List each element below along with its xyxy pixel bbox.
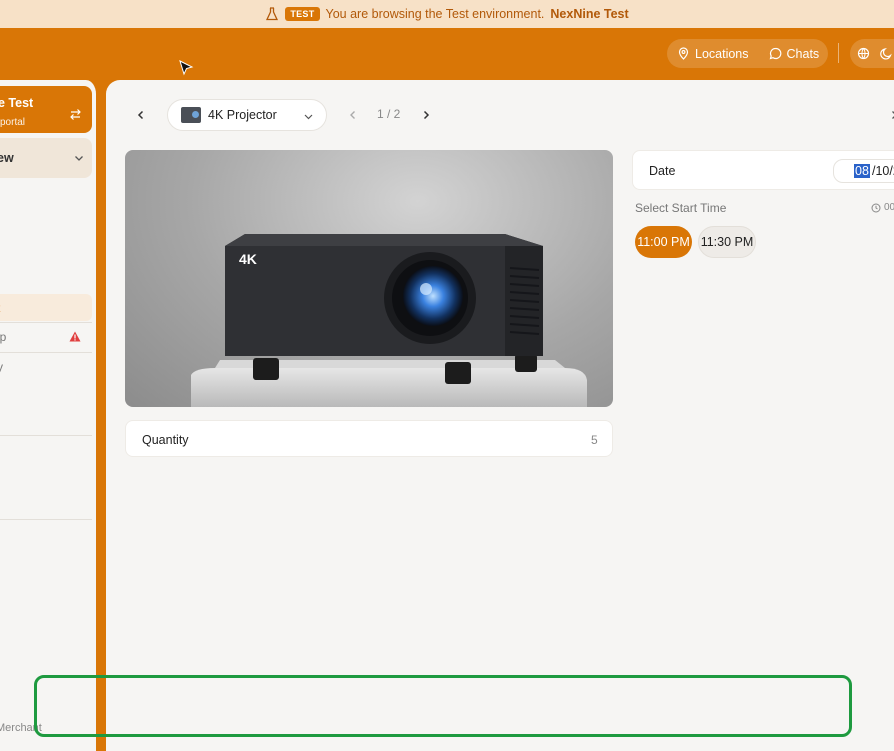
locations-label: Locations — [695, 46, 749, 61]
back-button[interactable] — [133, 107, 149, 123]
org-switcher[interactable]: e Test portal — [0, 86, 92, 133]
panel-next-button[interactable] — [886, 107, 894, 123]
chevron-left-icon — [137, 110, 144, 120]
date-label: Date — [649, 164, 676, 178]
main-content: 4K Projector 1 / 2 4K Quantity 5 Date 08… — [106, 80, 894, 751]
test-badge: TEST — [285, 7, 320, 21]
switch-arrows-icon — [70, 109, 81, 120]
chats-button[interactable]: Chats — [759, 47, 830, 61]
sidebar-item-label: ip — [0, 330, 7, 344]
sidebar-divider — [0, 435, 92, 436]
sidebar-item[interactable]: y — [0, 353, 92, 380]
sidebar: e Test portal ew t ip y Merchant — [0, 80, 100, 751]
chevron-down-icon — [304, 114, 313, 120]
language-button[interactable] — [850, 47, 876, 60]
date-month-segment[interactable]: 08 — [854, 164, 870, 178]
prev-page-button[interactable] — [345, 107, 361, 123]
locations-button[interactable]: Locations — [667, 47, 759, 61]
view-selector[interactable]: ew — [0, 138, 92, 178]
environment-banner: TEST You are browsing the Test environme… — [0, 0, 894, 28]
header-settings-pill — [850, 39, 894, 68]
top-header: Locations Chats — [0, 28, 894, 80]
time-slot[interactable]: 11:30 PM — [698, 226, 756, 258]
banner-message: You are browsing the Test environment. — [325, 7, 545, 21]
chevron-right-icon — [423, 110, 430, 120]
select-start-time-label: Select Start Time — [635, 201, 727, 215]
flask-icon — [266, 7, 279, 21]
chevron-right-icon — [892, 111, 894, 119]
view-label: ew — [0, 151, 14, 165]
next-page-button[interactable] — [418, 107, 434, 123]
date-row: Date 08 /10/2 — [632, 150, 894, 190]
org-subtitle: portal — [0, 117, 26, 128]
banner-env-name: NexNine Test — [550, 7, 629, 21]
header-divider — [838, 43, 839, 63]
quantity-label: Quantity — [142, 433, 189, 447]
product-thumbnail — [181, 107, 201, 123]
date-input[interactable]: 08 /10/2 — [833, 159, 894, 183]
mouse-cursor-icon — [179, 60, 194, 76]
quantity-row: Quantity 5 — [125, 420, 613, 457]
moon-icon — [880, 48, 892, 60]
location-pin-icon — [678, 47, 689, 60]
org-name: e Test — [0, 96, 34, 110]
sidebar-item-warning[interactable]: ip — [0, 323, 92, 350]
globe-icon — [857, 47, 870, 60]
timezone-text: 00 — [884, 202, 894, 213]
chevron-left-icon — [350, 111, 355, 119]
projector-illustration: 4K — [191, 234, 587, 407]
quantity-value: 5 — [591, 433, 598, 447]
date-rest-segment[interactable]: /10/2 — [872, 164, 894, 178]
projector-label: 4K — [239, 251, 257, 267]
sidebar-item-label: y — [0, 360, 3, 374]
chat-bubble-icon — [769, 47, 781, 60]
sidebar-divider — [0, 519, 92, 520]
page-indicator: 1 / 2 — [377, 107, 401, 121]
timezone-indicator: 00 — [871, 202, 894, 213]
time-slot-selected[interactable]: 11:00 PM — [635, 226, 692, 258]
product-image: 4K — [125, 150, 613, 407]
theme-toggle-button[interactable] — [876, 47, 894, 60]
chevron-down-icon — [75, 156, 83, 161]
product-selector[interactable]: 4K Projector — [167, 99, 327, 131]
warning-icon — [69, 331, 81, 342]
header-nav-pill: Locations Chats — [667, 39, 828, 68]
product-name: 4K Projector — [208, 108, 277, 122]
highlight-outline — [34, 675, 852, 737]
sidebar-item-active[interactable]: t — [0, 294, 92, 321]
chats-label: Chats — [786, 46, 820, 61]
clock-icon — [871, 203, 881, 212]
